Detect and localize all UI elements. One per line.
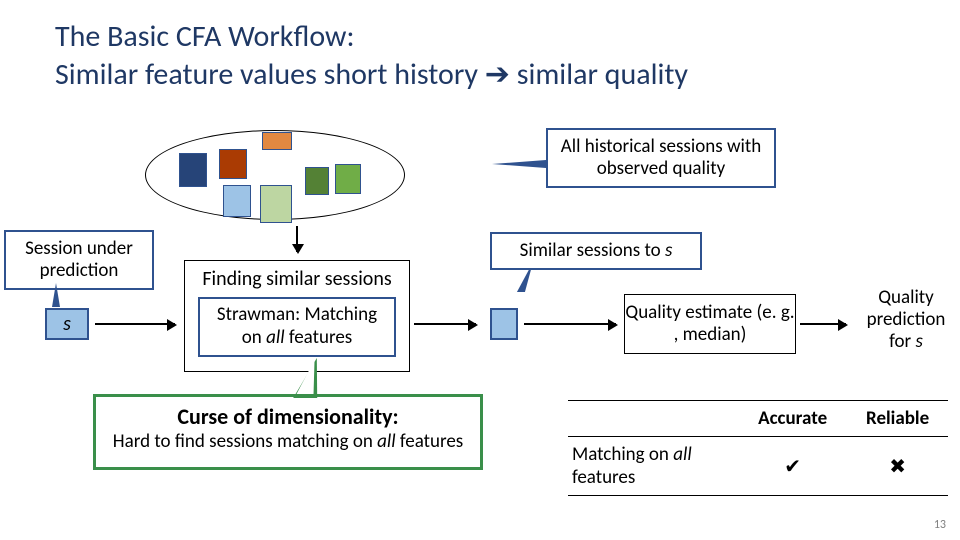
callout-similar-sessions: Similar sessions to s: [490, 232, 702, 270]
table-header-row: Accurate Reliable: [568, 401, 948, 437]
arrow-right-icon: [524, 323, 616, 325]
arrow-right-icon: ➔: [485, 58, 510, 91]
session-block-icon: [223, 185, 251, 217]
callout-similar-text: Similar sessions to: [520, 239, 665, 262]
quality-estimate-text: Quality estimate (e. g. , median): [625, 302, 795, 346]
row1-a: Matching on: [572, 443, 673, 466]
curse-title: Curse of dimensionality:: [96, 403, 480, 430]
strawman-b3: features: [285, 326, 353, 349]
arrow-right-icon: [414, 323, 476, 325]
session-block-icon: [179, 153, 207, 187]
curse-callout: Curse of dimensionality: Hard to find se…: [93, 394, 483, 470]
session-block-icon: [262, 132, 292, 150]
callout-history: All historical sessions with observed qu…: [546, 128, 776, 188]
arrow-right-icon: [95, 323, 175, 325]
session-block-icon: [260, 185, 292, 223]
comparison-table: Accurate Reliable Matching on all featur…: [568, 400, 948, 496]
title-line-2b: similar quality: [510, 56, 688, 93]
curse-a: Hard to find sessions matching on: [113, 430, 377, 453]
row1-b: features: [572, 466, 635, 489]
callout-session-under-text: Session under prediction: [25, 237, 133, 282]
callout-history-text: All historical sessions with observed qu…: [561, 135, 762, 180]
session-s-box: s: [45, 308, 89, 340]
prediction-s: s: [915, 330, 922, 353]
callout-session-under: Session under prediction: [4, 230, 154, 290]
session-block-icon: [219, 149, 247, 179]
curse-b: all: [377, 430, 396, 453]
strawman-b2: all: [266, 326, 285, 349]
page-number: 13: [934, 518, 946, 532]
curse-c: features: [396, 430, 464, 453]
strawman-line-1: Strawman: Matching: [204, 303, 390, 326]
callout-pointer-icon: [52, 283, 60, 307]
table-header-empty: [568, 401, 738, 437]
arrow-down-icon: [296, 226, 298, 252]
cross-icon: ✖: [847, 437, 948, 496]
slide-title: The Basic CFA Workflow: Similar feature …: [55, 18, 688, 93]
arrow-right-icon: [800, 323, 846, 325]
title-line-2a: Similar feature values short history: [55, 56, 485, 93]
prediction-a: Quality prediction for: [867, 286, 946, 353]
quality-prediction-text: Quality prediction for s: [856, 287, 956, 353]
curse-body: Hard to find sessions matching on all fe…: [96, 430, 480, 453]
callout-similar-s: s: [665, 239, 672, 262]
table-header-reliable: Reliable: [847, 401, 948, 437]
title-line-1: The Basic CFA Workflow:: [55, 18, 355, 55]
similar-session-block-icon: [490, 308, 518, 340]
table-row: Matching on all features ✔ ✖: [568, 437, 948, 496]
quality-estimate-box: Quality estimate (e. g. , median): [624, 294, 796, 354]
callout-pointer-icon: [492, 160, 546, 168]
table-header-accurate: Accurate: [738, 401, 847, 437]
table-row-label: Matching on all features: [568, 437, 738, 496]
finding-similar-label: Finding similar sessions: [185, 261, 409, 291]
finding-similar-box: Finding similar sessions Strawman: Match…: [184, 260, 410, 372]
session-s-label: s: [63, 312, 71, 336]
session-block-icon: [305, 167, 329, 195]
check-icon: ✔: [738, 437, 847, 496]
session-block-icon: [335, 164, 361, 194]
strawman-line-2: on all features: [204, 326, 390, 349]
row1-i: all: [673, 443, 692, 466]
strawman-b1: on: [242, 326, 266, 349]
strawman-box: Strawman: Matching on all features: [198, 297, 396, 357]
